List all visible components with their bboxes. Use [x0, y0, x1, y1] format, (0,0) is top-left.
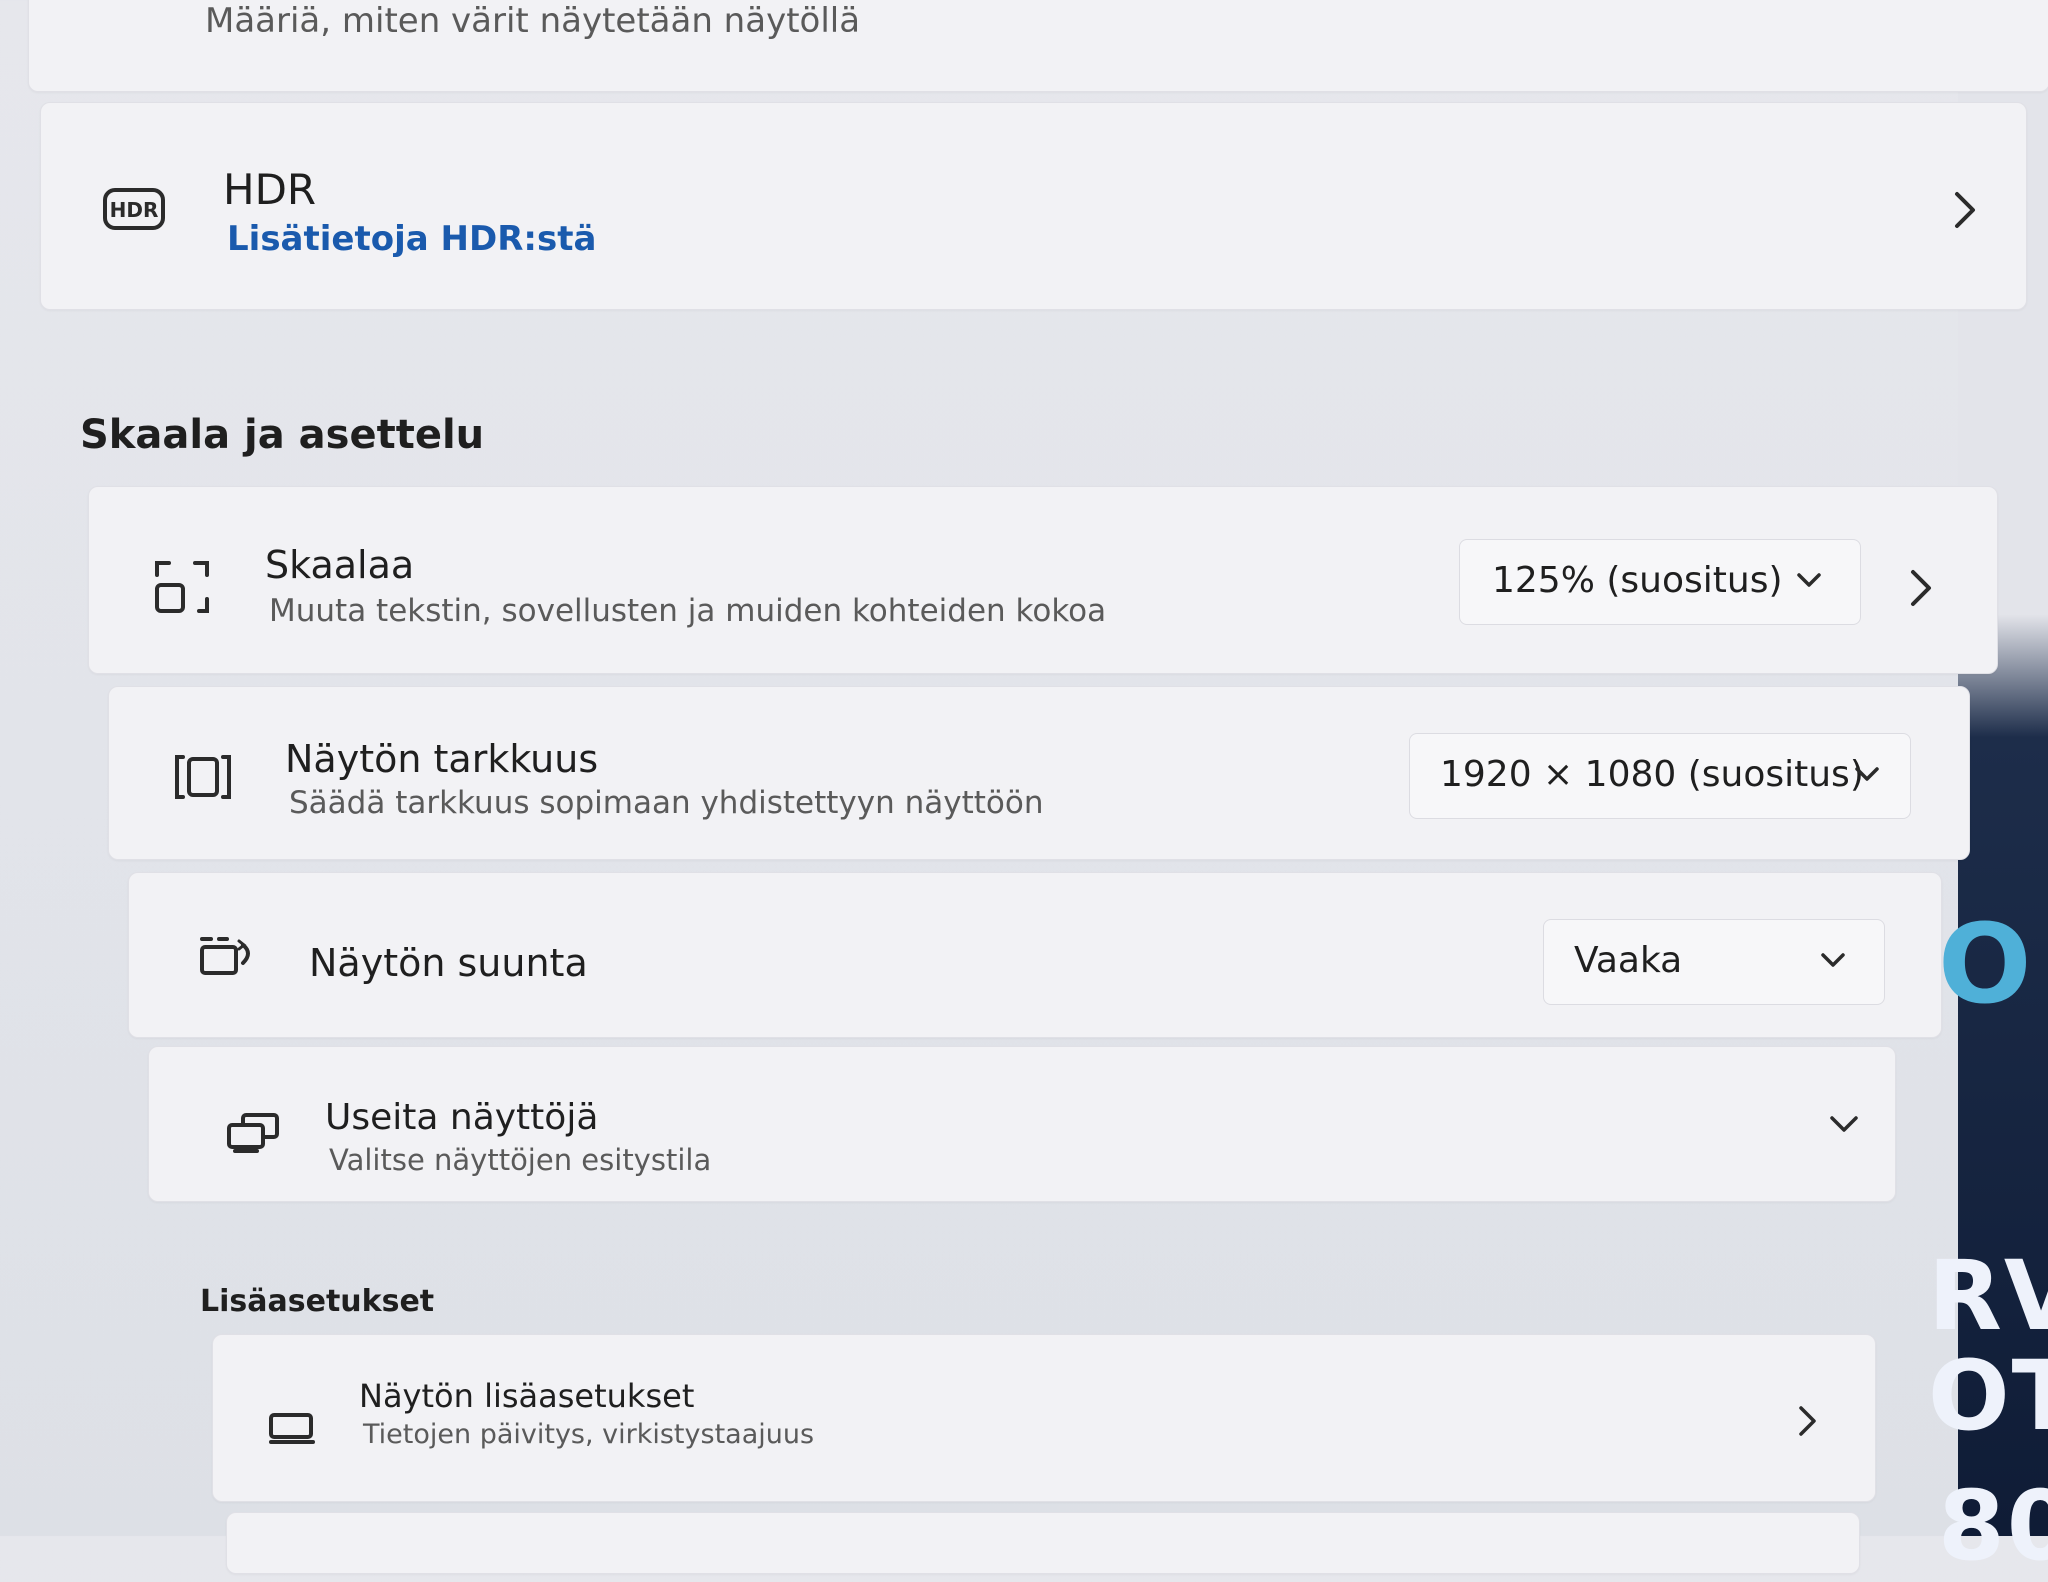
hdr-row[interactable]: HDR HDR Lisätietoja HDR:stä [40, 102, 2027, 310]
chevron-down-icon [1820, 952, 1846, 972]
hdr-title: HDR [223, 165, 317, 214]
poster-text: 80 [1938, 1470, 2048, 1582]
scale-title: Skaalaa [265, 543, 415, 587]
resolution-title: Näytön tarkkuus [285, 737, 599, 781]
resolution-row[interactable]: Näytön tarkkuus Säädä tarkkuus sopimaan … [108, 686, 1970, 860]
advanced-display-row[interactable]: Näytön lisäasetukset Tietojen päivitys, … [212, 1334, 1876, 1502]
chevron-down-icon [1796, 572, 1822, 592]
advanced-display-subtitle: Tietojen päivitys, virkistystaajuus [363, 1419, 815, 1450]
scale-dropdown-value: 125% (suositus) [1492, 560, 1783, 601]
poster-text: OT [1928, 1340, 2048, 1452]
orientation-row[interactable]: Näytön suunta Vaaka [128, 872, 1942, 1038]
multiple-displays-icon [225, 1111, 281, 1157]
multiple-displays-title: Useita näyttöjä [325, 1097, 599, 1138]
section-header-more-settings: Lisäasetukset [200, 1284, 435, 1319]
resolution-dropdown[interactable]: 1920 × 1080 (suositus) [1409, 733, 1911, 819]
multiple-displays-subtitle: Valitse näyttöjen esitystila [329, 1143, 712, 1177]
chevron-down-icon[interactable] [1829, 1115, 1859, 1139]
resolution-dropdown-value: 1920 × 1080 (suositus) [1440, 754, 1864, 795]
poster-text: RVI [1928, 1240, 2048, 1352]
multiple-displays-row[interactable]: Useita näyttöjä Valitse näyttöjen esitys… [148, 1046, 1896, 1202]
scale-icon [153, 559, 211, 619]
color-profile-subtitle: Määriä, miten värit näytetään näytöllä [205, 1, 861, 41]
advanced-display-title: Näytön lisäasetukset [359, 1377, 695, 1415]
orientation-dropdown-value: Vaaka [1574, 940, 1683, 981]
hdr-icon: HDR [103, 187, 165, 230]
orientation-dropdown[interactable]: Vaaka [1543, 919, 1885, 1005]
hdr-icon-text: HDR [110, 198, 159, 222]
resolution-icon [173, 753, 233, 805]
chevron-right-icon [1953, 191, 1977, 233]
scale-dropdown[interactable]: 125% (suositus) [1459, 539, 1861, 625]
poster-text: O [1938, 900, 2034, 1028]
chevron-right-icon [1797, 1405, 1817, 1441]
orientation-icon [199, 935, 257, 981]
orientation-title: Näytön suunta [309, 941, 588, 985]
section-header-scale-layout: Skaala ja asettelu [80, 412, 485, 458]
resolution-subtitle: Säädä tarkkuus sopimaan yhdistettyyn näy… [289, 785, 1044, 821]
scale-row[interactable]: Skaalaa Muuta tekstin, sovellusten ja mu… [88, 486, 1998, 674]
next-row[interactable] [226, 1512, 1860, 1574]
color-profile-row[interactable]: Määriä, miten värit näytetään näytöllä [28, 0, 2048, 92]
monitor-icon [267, 1411, 317, 1449]
scale-subtitle: Muuta tekstin, sovellusten ja muiden koh… [269, 593, 1107, 629]
chevron-down-icon [1854, 766, 1880, 786]
chevron-right-icon [1909, 569, 1933, 611]
hdr-learn-more-link[interactable]: Lisätietoja HDR:stä [227, 219, 596, 259]
